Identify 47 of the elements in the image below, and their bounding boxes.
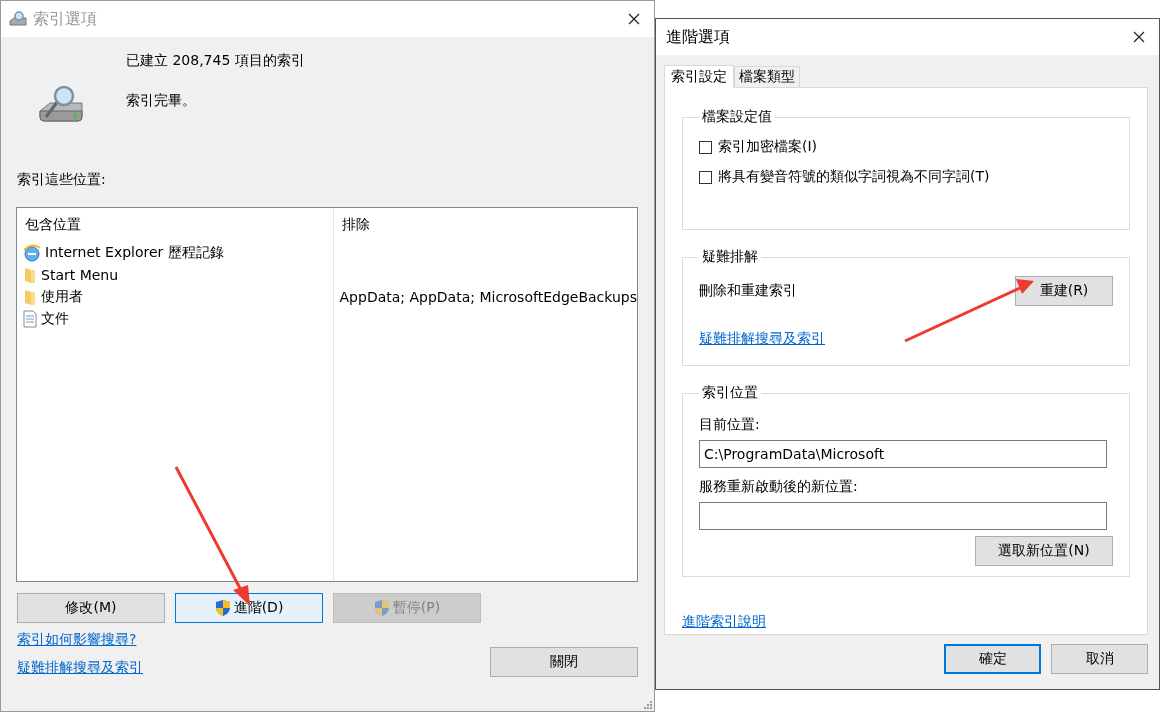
checkbox[interactable] [699, 170, 712, 184]
group-label: 索引位置 [701, 384, 759, 402]
browser-icon [23, 244, 41, 262]
checkbox-label[interactable]: 將具有變音符號的類似字詞視為不同字詞(T) [718, 168, 990, 186]
locations-label: 索引這些位置: [17, 171, 107, 189]
folder-icon [23, 266, 37, 284]
current-location-field[interactable]: C:\ProgramData\Microsoft [699, 440, 1107, 468]
rebuild-text: 刪除和重建索引 [699, 282, 797, 300]
location-name[interactable]: Internet Explorer 歷程記錄 [45, 244, 224, 262]
dialog-button[interactable]: 取消 [1051, 644, 1148, 674]
help-link[interactable]: 索引如何影響搜尋? [17, 631, 143, 649]
drive-magnifier-icon [9, 11, 27, 27]
window-title: 索引選項 [33, 8, 98, 30]
group-label: 疑難排解 [701, 248, 759, 266]
tab[interactable]: 檔案類型 [734, 66, 800, 87]
new-location-field[interactable] [699, 502, 1107, 530]
checkbox[interactable] [699, 140, 712, 154]
location-name[interactable]: 文件 [41, 310, 69, 328]
document-icon [23, 310, 37, 328]
shield-icon [373, 599, 390, 617]
location-name[interactable]: Start Menu [41, 267, 119, 283]
shield-icon [214, 599, 231, 617]
checkbox-label[interactable]: 索引加密檔案(I) [718, 138, 818, 156]
group-label: 檔案設定值 [701, 108, 773, 126]
dialog-button[interactable]: 確定 [944, 644, 1041, 674]
window-title: 進階選項 [666, 26, 731, 48]
close-icon[interactable] [628, 13, 640, 25]
column-header[interactable]: 排除 [339, 214, 637, 236]
close-icon[interactable] [1133, 31, 1145, 43]
action-button[interactable]: 進階(D) [175, 593, 323, 623]
help-link[interactable]: 進階索引說明 [682, 613, 766, 631]
column-header[interactable]: 包含位置 [23, 214, 333, 236]
status-text: 索引完畢。 [126, 92, 197, 110]
rebuild-button[interactable]: 重建(R) [1015, 276, 1113, 306]
item-count-text: 已建立 208,745 項目的索引 [126, 52, 305, 70]
folder-icon [23, 288, 37, 306]
resize-grip-icon[interactable] [642, 699, 652, 709]
action-button[interactable]: 修改(M) [17, 593, 165, 623]
help-link[interactable]: 疑難排解搜尋及索引 [17, 659, 143, 677]
close-button[interactable]: 關閉 [490, 647, 638, 677]
location-name[interactable]: 使用者 [41, 288, 83, 306]
troubleshoot-link[interactable]: 疑難排解搜尋及索引 [699, 330, 825, 348]
exclude-text: AppData; AppData; MicrosoftEdgeBackups [339, 289, 637, 305]
tab[interactable]: 索引設定 [664, 65, 734, 88]
field-label: 服務重新啟動後的新位置: [699, 478, 859, 496]
select-location-button[interactable]: 選取新位置(N) [975, 536, 1113, 566]
field-label: 目前位置: [699, 416, 761, 434]
